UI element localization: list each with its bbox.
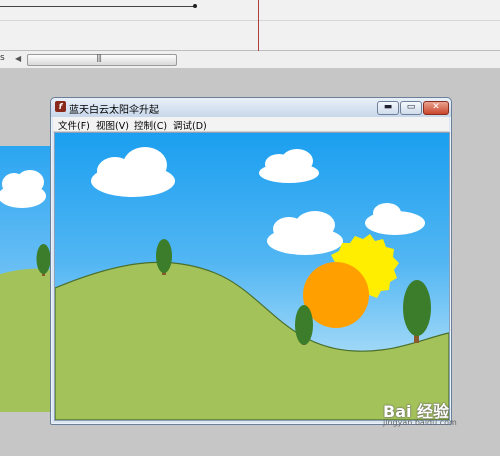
watermark-url: jingyan.baidu.com (383, 418, 457, 427)
flash-app-icon: f (55, 101, 66, 112)
scroll-label: s (0, 53, 5, 63)
flash-player-window: f 蓝天白云太阳伞升起 ▬ ▭ ✕ 文件(F) 视图(V) 控制(C) 调试(D… (50, 97, 452, 425)
preview-hill (0, 268, 50, 412)
scroll-grip-icon: ||| (96, 53, 102, 62)
minimize-icon: ▬ (383, 102, 393, 112)
stage-preview-scene (0, 170, 50, 412)
scroll-thumb[interactable]: ||| (27, 53, 177, 66)
cloud-large (91, 147, 175, 197)
close-button[interactable]: ✕ (423, 101, 449, 115)
timeline-keyframe[interactable] (193, 4, 197, 8)
maximize-icon: ▭ (406, 102, 416, 112)
timeline-ruler (0, 20, 500, 21)
menu-control[interactable]: 控制(C) (134, 118, 167, 132)
cloud-small-right (365, 203, 425, 235)
menu-debug[interactable]: 调试(D) (173, 118, 207, 132)
editor-timeline-area (0, 0, 500, 54)
menu-bar: 文件(F) 视图(V) 控制(C) 调试(D) (53, 117, 449, 132)
tree-middle (295, 305, 313, 345)
green-hill (55, 261, 449, 420)
cloud-top-right (259, 149, 319, 183)
timeline-playhead[interactable] (258, 0, 259, 54)
close-icon: ✕ (432, 102, 440, 112)
timeline-track (0, 6, 195, 7)
scroll-left-arrow-icon[interactable]: ◀ (15, 54, 21, 63)
preview-cloud (0, 170, 46, 208)
tree-right (403, 280, 431, 343)
menu-file[interactable]: 文件(F) (58, 118, 90, 132)
cloud-middle (267, 211, 343, 255)
editor-stage-preview (0, 146, 50, 412)
maximize-button[interactable]: ▭ (400, 101, 422, 115)
animation-canvas (54, 132, 450, 421)
menu-view[interactable]: 视图(V) (96, 118, 129, 132)
window-titlebar[interactable]: f 蓝天白云太阳伞升起 ▬ ▭ ✕ (51, 98, 451, 117)
scene-svg (55, 147, 449, 420)
baidu-jingyan-watermark: Bai 经验 jingyan.baidu.com (383, 398, 457, 427)
horizontal-scrollbar[interactable]: s ◀ ||| (0, 51, 500, 69)
window-title: 蓝天白云太阳伞升起 (69, 105, 159, 116)
minimize-button[interactable]: ▬ (377, 101, 399, 115)
